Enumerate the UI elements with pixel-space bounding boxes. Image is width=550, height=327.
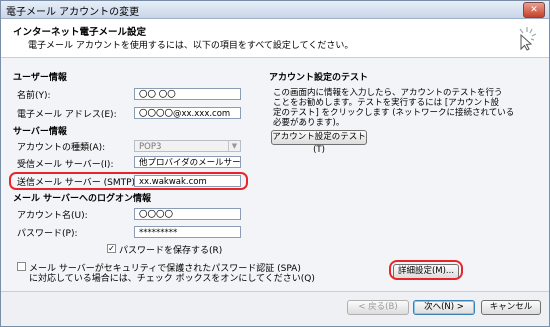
test-heading: アカウント設定のテスト	[269, 73, 369, 83]
header-title: インターネット電子メール設定	[13, 27, 147, 38]
incoming-server-label: 受信メール サーバー(I):	[17, 160, 114, 170]
close-button[interactable]: ✕	[523, 2, 545, 18]
title-bar[interactable]: 電子メール アカウントの変更 ✕	[1, 1, 549, 19]
footer-divider	[1, 291, 549, 292]
name-label: 名前(Y):	[17, 91, 51, 101]
remember-password-checkbox[interactable]: ✓	[107, 244, 116, 253]
back-button[interactable]: < 戻る(B)	[347, 300, 409, 315]
incoming-server-field[interactable]: 他プロバイダのメールサーバ	[134, 156, 241, 168]
password-label: パスワード(P):	[17, 229, 78, 239]
cancel-button[interactable]: キャンセル	[481, 300, 541, 315]
smtp-highlight-frame	[9, 172, 248, 190]
spa-checkbox[interactable]	[17, 262, 26, 271]
test-line: この画面内に情報を入力したら、アカウントのテストを行う	[273, 88, 503, 98]
server-info-heading: サーバー情報	[13, 127, 67, 137]
test-line: 必要があります)。	[273, 118, 345, 128]
window-title: 電子メール アカウントの変更	[6, 7, 140, 18]
account-settings-window: 電子メール アカウントの変更 ✕ インターネット電子メール設定 電子メール アカ…	[0, 0, 550, 327]
test-description: この画面内に情報を入力したら、アカウントのテストを行う ことをお勧めします。テス…	[273, 88, 514, 128]
email-field[interactable]: 〇〇〇〇@xx.xxx.com	[134, 107, 241, 119]
remember-password-label: パスワードを保存する(R)	[119, 246, 223, 256]
account-name-label: アカウント名(U):	[17, 211, 88, 221]
account-type-value: POP3	[139, 142, 162, 152]
advanced-highlight-frame	[389, 260, 463, 280]
spa-label-line2: に対応している場合には、チェック ボックスをオンにしてください(Q)	[29, 274, 315, 284]
test-line: ことをお勧めします。テストを実行するには [アカウント設	[273, 98, 500, 108]
account-type-label: アカウントの種類(A):	[17, 143, 106, 153]
next-button[interactable]: 次へ(N) >	[413, 300, 475, 315]
user-info-heading: ユーザー情報	[13, 73, 67, 83]
logon-info-heading: メール サーバーへのログオン情報	[13, 194, 152, 204]
password-field[interactable]: *********	[134, 226, 241, 238]
wizard-header: インターネット電子メール設定 電子メール アカウントを使用するには、以下の項目を…	[1, 19, 549, 58]
cursor-sparkle-icon	[519, 27, 537, 51]
account-type-select: POP3 ▼	[134, 140, 241, 152]
email-label: 電子メール アドレス(E):	[17, 110, 117, 120]
account-name-field[interactable]: 〇〇〇〇	[134, 208, 241, 220]
chevron-down-icon: ▼	[228, 141, 240, 151]
header-subtitle: 電子メール アカウントを使用するには、以下の項目をすべて設定してください。	[28, 41, 354, 51]
test-line: 定のテスト] をクリックします (ネットワークに接続されている	[273, 108, 515, 118]
test-account-button[interactable]: アカウント設定のテスト(T)	[271, 130, 367, 155]
dialog-body: ユーザー情報 名前(Y): 〇〇 〇〇 電子メール アドレス(E): 〇〇〇〇@…	[1, 58, 549, 291]
name-field[interactable]: 〇〇 〇〇	[134, 88, 241, 100]
